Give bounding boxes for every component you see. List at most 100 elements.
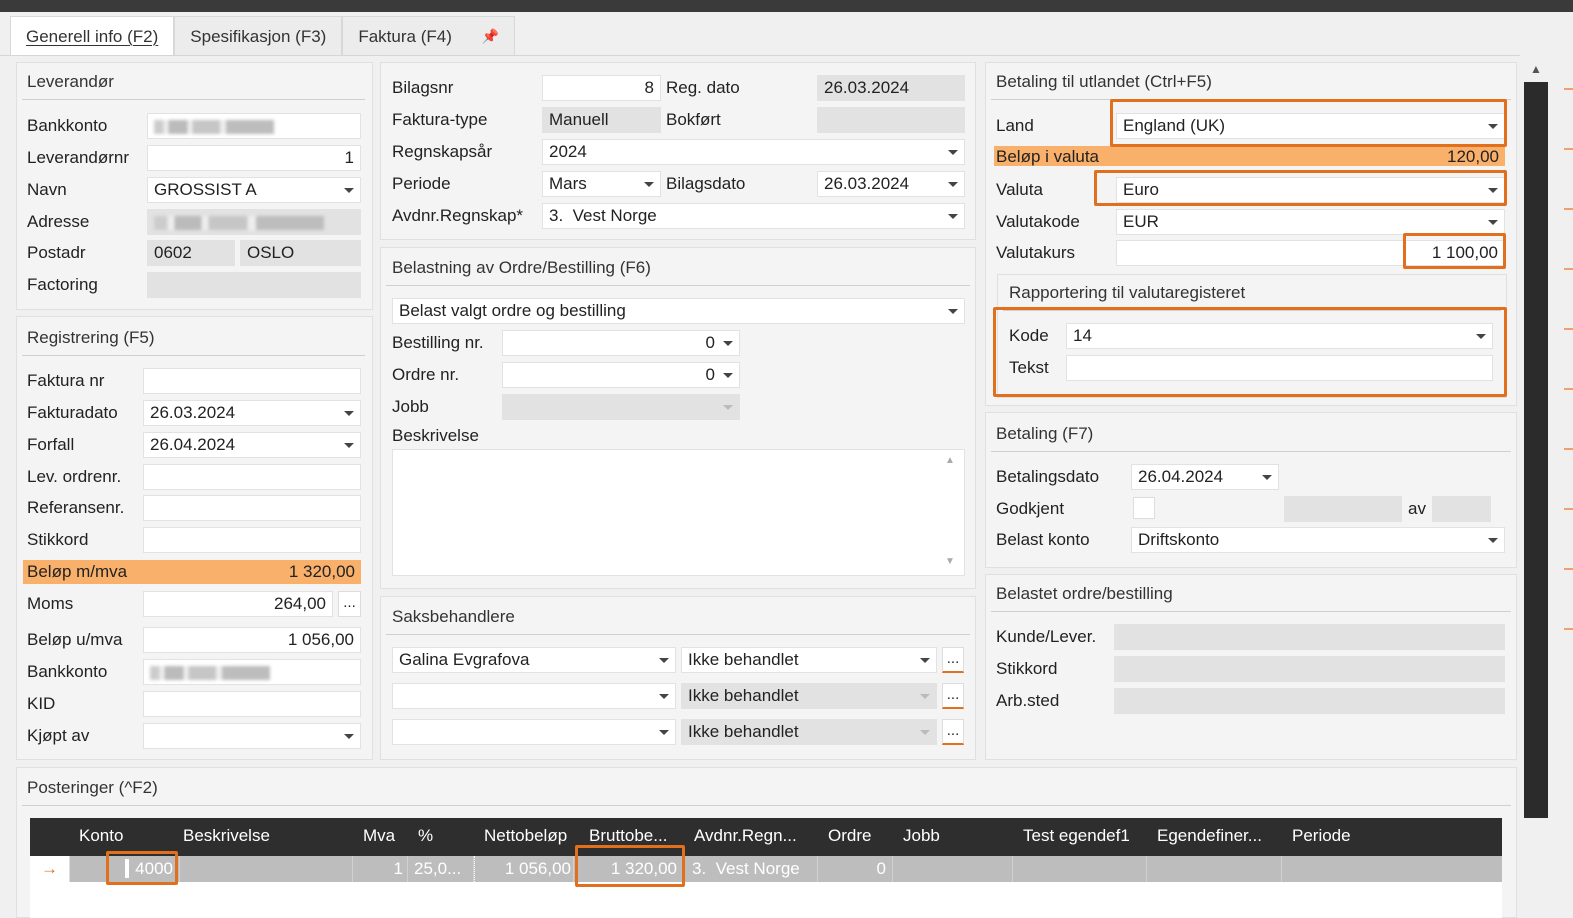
bestilling-value: 0	[705, 333, 715, 352]
cell-periode[interactable]	[1282, 856, 1502, 882]
blurred-value	[154, 216, 324, 230]
betaling-title: Betaling (F7)	[996, 424, 1094, 443]
col-egendefinert[interactable]: Egendefiner...	[1157, 818, 1262, 854]
col-beskrivelse[interactable]: Beskrivelse	[183, 818, 270, 854]
col-avdnr[interactable]: Avdnr.Regn...	[694, 818, 797, 854]
saksbehandler-more-button[interactable]: ...	[942, 683, 964, 709]
beskrivelse-scroll-down-icon[interactable]: ▼	[945, 556, 955, 567]
belast-konto-dropdown[interactable]: Driftskonto	[1131, 527, 1505, 553]
kid-label: KID	[27, 694, 56, 713]
periode-dropdown[interactable]: Mars	[542, 171, 661, 197]
col-periode[interactable]: Periode	[1292, 818, 1351, 854]
registrering-title: Registrering (F5)	[27, 328, 155, 347]
chevron-down-icon	[344, 188, 354, 193]
col-pct[interactable]: %	[418, 818, 433, 854]
rapportering-title: Rapportering til valutaregisteret	[1009, 283, 1246, 302]
valutakode-dropdown[interactable]: EUR	[1116, 209, 1505, 235]
cell-ordre[interactable]: 0	[818, 856, 893, 882]
annotation-box-land	[1110, 99, 1507, 147]
periode-value: Mars	[549, 174, 587, 193]
faktura-nr-input[interactable]	[143, 368, 361, 394]
postadr-label: Postadr	[27, 243, 86, 262]
kjopt-av-label: Kjøpt av	[27, 726, 90, 745]
cell-avdnr[interactable]: 3. Vest Norge	[684, 856, 818, 882]
saksbehandler-more-button[interactable]: ...	[942, 647, 964, 673]
table-row[interactable]: → 4000 1 25,0... 1 056,00 1 320,00 3. Ve…	[30, 856, 1502, 882]
saksbehandler-dropdown[interactable]	[392, 683, 676, 709]
forfall-value: 26.04.2024	[150, 435, 236, 454]
betalingsdato-picker[interactable]: 26.04.2024	[1131, 464, 1279, 490]
divider	[991, 451, 1511, 452]
tab-generell-info[interactable]: Generell info (F2)	[10, 16, 175, 56]
col-jobb[interactable]: Jobb	[903, 818, 940, 854]
belop-mva-label: Beløp m/mva	[27, 562, 128, 581]
godkjent-checkbox[interactable]	[1133, 497, 1155, 519]
row-pointer-icon: →	[30, 856, 70, 882]
leverandornr-field[interactable]: 1	[147, 145, 361, 171]
navn-dropdown[interactable]: GROSSIST A	[147, 177, 361, 203]
cell-jobb[interactable]	[893, 856, 1013, 882]
regnskapsar-value: 2024	[549, 142, 587, 161]
scroll-up-icon[interactable]: ▲	[1524, 58, 1548, 80]
tab-spesifikasjon[interactable]: Spesifikasjon (F3)	[174, 16, 343, 56]
col-mva[interactable]: Mva	[363, 818, 395, 854]
bankkonto-field[interactable]	[147, 113, 361, 139]
lev-ordrenr-input[interactable]	[143, 464, 361, 490]
kunde-label: Kunde/Lever.	[996, 627, 1097, 646]
regnskapsar-dropdown[interactable]: 2024	[542, 139, 965, 165]
avdnr-dropdown[interactable]: 3. Vest Norge	[542, 203, 965, 229]
col-nettobelop[interactable]: Nettobeløp	[484, 818, 567, 854]
factoring-field	[147, 272, 361, 298]
col-konto[interactable]: Konto	[79, 818, 123, 854]
divider	[22, 805, 1511, 806]
cell-test[interactable]	[1013, 856, 1147, 882]
bilagsnr-field[interactable]: 8	[542, 75, 661, 101]
forfall-label: Forfall	[27, 435, 75, 454]
periode-label: Periode	[392, 174, 451, 193]
land-label: Land	[996, 116, 1034, 135]
fakturadato-picker[interactable]: 26.03.2024	[143, 400, 361, 426]
belastning-dropdown[interactable]: Belast valgt ordre og bestilling	[392, 298, 965, 324]
kid-input[interactable]	[143, 691, 361, 717]
chevron-down-icon	[948, 214, 958, 219]
saksbehandler-dropdown[interactable]	[392, 719, 676, 745]
cell-egendef[interactable]	[1147, 856, 1282, 882]
moms-input[interactable]: 264,00	[143, 591, 333, 617]
tab-faktura[interactable]: Faktura (F4) 📌	[342, 16, 516, 56]
bestilling-dropdown[interactable]: 0	[502, 330, 740, 356]
jobb-label: Jobb	[392, 397, 429, 416]
forfall-picker[interactable]: 26.04.2024	[143, 432, 361, 458]
cell-beskrivelse[interactable]	[180, 856, 353, 882]
saksbehandler-more-button[interactable]: ...	[942, 719, 964, 745]
col-test-egendef1[interactable]: Test egendef1	[1023, 818, 1130, 854]
posteringer-grid-body[interactable]	[30, 882, 1502, 918]
beskrivelse-scroll-up-icon[interactable]: ▲	[945, 455, 955, 466]
col-ordre[interactable]: Ordre	[828, 818, 871, 854]
edge-marker	[1564, 328, 1573, 330]
navn-label: Navn	[27, 180, 67, 199]
saksbehandler-dropdown[interactable]: Galina Evgrafova	[392, 647, 676, 673]
annotation-box-rapportering	[993, 307, 1507, 397]
cell-netto[interactable]: 1 056,00	[474, 856, 574, 882]
adresse-field	[147, 209, 361, 235]
divider	[22, 99, 365, 100]
reg-bankkonto-field[interactable]	[143, 659, 361, 685]
moms-more-button[interactable]: ...	[338, 591, 361, 617]
referansenr-input[interactable]	[143, 495, 361, 521]
beskrivelse-textarea[interactable]	[392, 449, 965, 576]
bankkonto-label: Bankkonto	[27, 116, 108, 135]
bilagsdato-picker[interactable]: 26.03.2024	[817, 171, 965, 197]
cell-pct[interactable]: 25,0...	[408, 856, 474, 882]
cell-mva[interactable]: 1	[353, 856, 408, 882]
status-dropdown[interactable]: Ikke behandlet	[681, 647, 937, 673]
pin-icon[interactable]: 📌	[482, 28, 499, 45]
valutakurs-label: Valutakurs	[996, 243, 1076, 262]
belop-umva-input[interactable]: 1 056,00	[143, 627, 361, 653]
reg-dato-field: 26.03.2024	[817, 75, 965, 101]
ordre-dropdown[interactable]: 0	[502, 362, 740, 388]
godkjent-av-field	[1432, 496, 1491, 522]
stikkord-input[interactable]	[143, 527, 361, 553]
ordre-label: Ordre nr.	[392, 365, 460, 384]
kjopt-av-dropdown[interactable]	[143, 723, 361, 749]
vertical-scrollbar[interactable]	[1524, 82, 1548, 818]
